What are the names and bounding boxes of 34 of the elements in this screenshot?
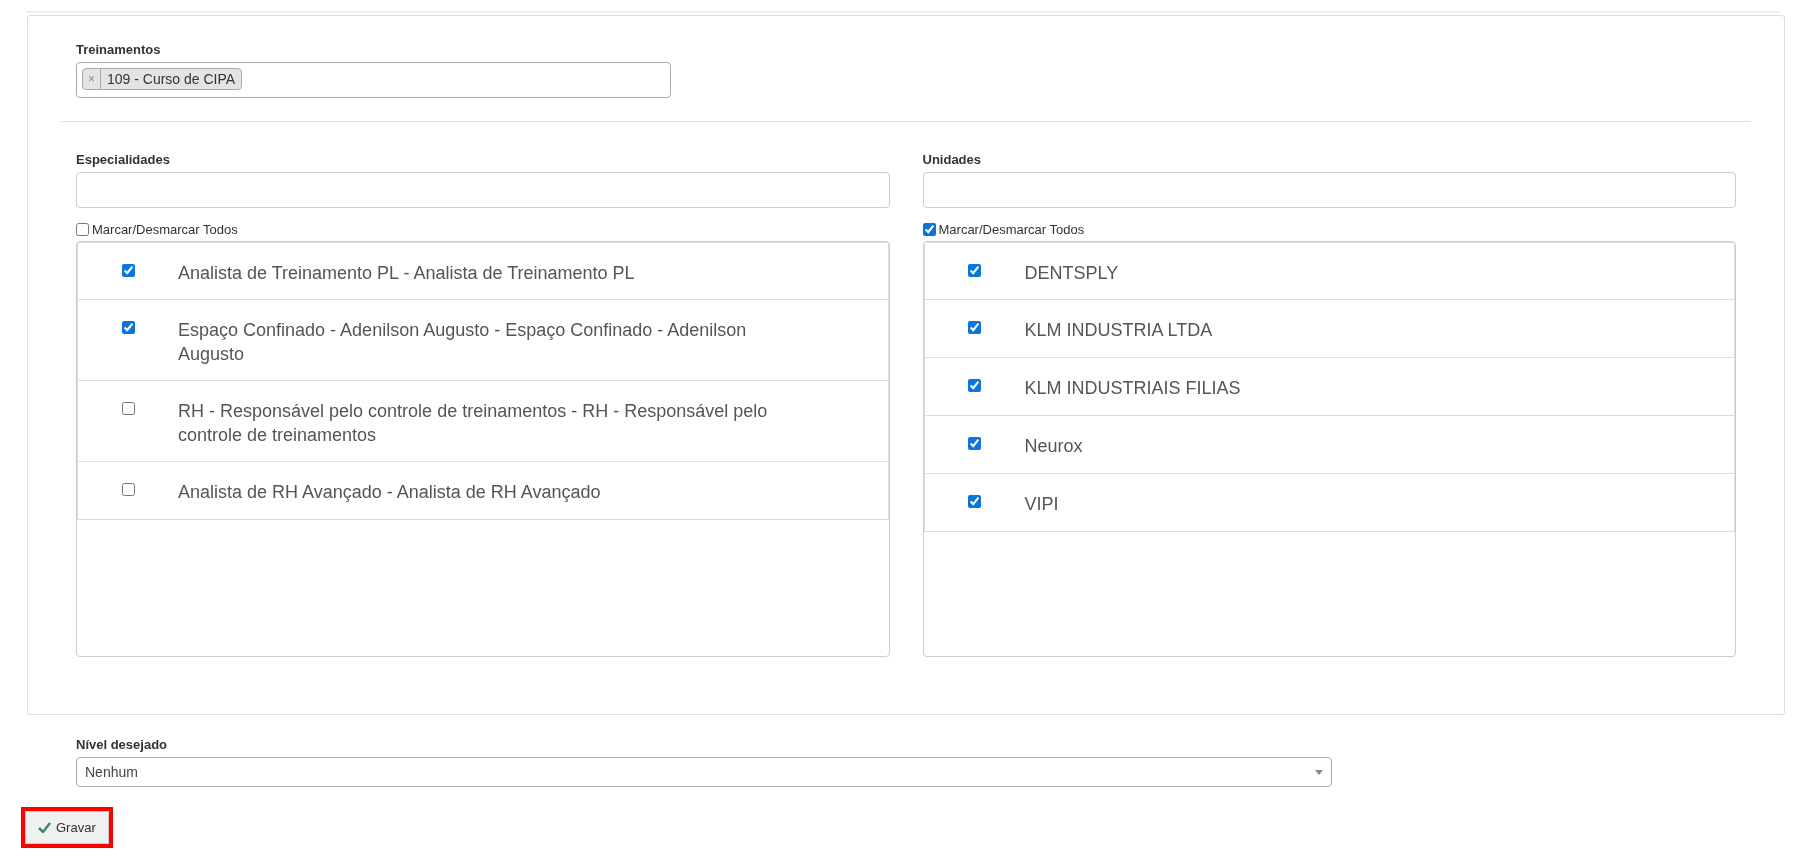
tag-input-field[interactable]: × 109 - Curso de CIPA	[76, 62, 671, 98]
item-checkbox[interactable]	[968, 379, 981, 392]
item-label: Analista de Treinamento PL - Analista de Treinamento PL	[178, 262, 635, 285]
input-field[interactable]	[922, 172, 1736, 208]
item-label: VIPI	[1024, 493, 1059, 516]
item-checkbox[interactable]	[121, 264, 135, 277]
level-select[interactable]: Nenhum	[76, 757, 1332, 787]
item-label: Espaço Confinado - Adenilson Augusto - Espaço Confinado - Adenilson Augusto	[178, 319, 748, 366]
item-checkbox[interactable]	[121, 483, 135, 496]
item-label: KLM INDUSTRIAIS FILIAS	[1024, 377, 1241, 400]
caret-icon	[1315, 769, 1323, 775]
item-label: KLM INDUSTRIA LTDA	[1024, 319, 1213, 342]
select-all-checkbox[interactable]	[922, 223, 936, 236]
check-icon	[38, 822, 51, 833]
item-label: Neurox	[1024, 435, 1083, 458]
checkbox-label: Marcar/Desmarcar Todos	[938, 222, 1085, 237]
item-checkbox[interactable]	[968, 264, 981, 277]
field-label: Treinamentos	[76, 42, 162, 57]
field-label: Unidades	[922, 152, 982, 167]
item-checkbox[interactable]	[968, 437, 981, 450]
item-label: DENTSPLY	[1024, 262, 1119, 285]
item-checkbox[interactable]	[968, 321, 981, 334]
tag-text: 109 - Curso de CIPA	[106, 71, 237, 87]
input-field[interactable]	[76, 172, 890, 208]
item-checkbox[interactable]	[968, 495, 981, 508]
item-label: Analista de RH Avançado - Analista de RH Avançado	[178, 481, 601, 504]
item-label: RH - Responsável pelo controle de treinamentos - RH - Responsável pelo controle de treinamentos	[178, 400, 769, 447]
field-label: Especialidades	[76, 152, 171, 167]
checkbox-label: Marcar/Desmarcar Todos	[92, 222, 238, 237]
item-checkbox[interactable]	[121, 321, 135, 334]
item-checkbox[interactable]	[121, 402, 135, 415]
field-label: Nível desejado	[76, 737, 169, 752]
save-button[interactable]: Gravar	[25, 811, 109, 844]
select-all-checkbox[interactable]	[76, 223, 89, 236]
